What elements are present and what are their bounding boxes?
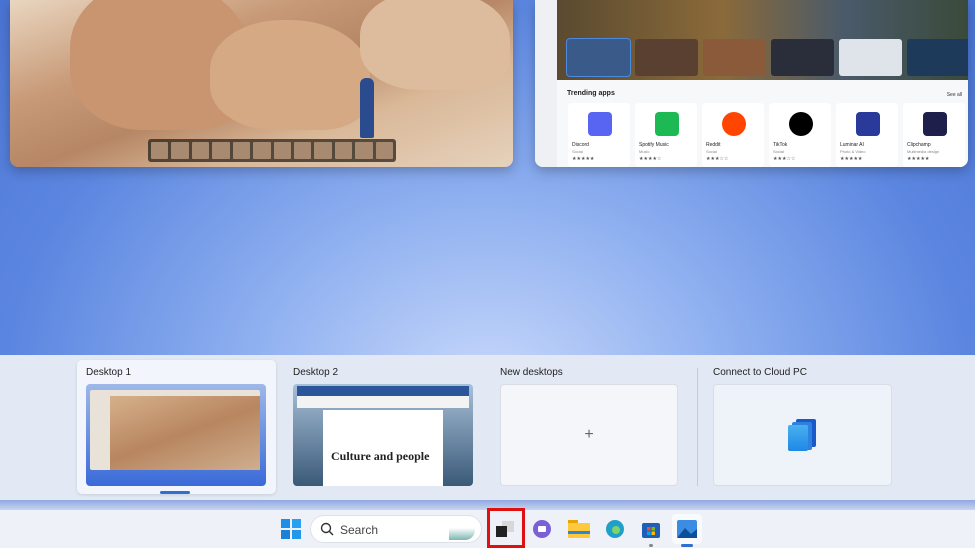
divider xyxy=(697,368,698,486)
search-box[interactable]: Search xyxy=(310,515,482,543)
teams-chat-icon[interactable] xyxy=(528,514,558,544)
desktop-1-thumbnail[interactable] xyxy=(86,384,266,486)
active-desktop-indicator xyxy=(160,491,190,494)
app-category: Social xyxy=(706,149,717,154)
app-category: Social xyxy=(572,149,583,154)
app-category: Social xyxy=(773,149,784,154)
clipchamp-icon xyxy=(923,112,947,136)
desktop-2-thumbnail[interactable]: Culture and people xyxy=(293,384,473,486)
discord-icon xyxy=(588,112,612,136)
store-window-thumbnail[interactable]: Trending apps See all Discord Social ★★★… xyxy=(535,0,968,167)
highlight-box xyxy=(487,508,525,548)
document-text: Culture and people xyxy=(323,410,443,486)
windows-365-icon xyxy=(788,419,818,451)
app-rating: ★★★☆☆ xyxy=(773,156,796,162)
store-nav-rail xyxy=(535,0,557,167)
app-rating: ★★★★★ xyxy=(907,156,930,162)
app-card[interactable]: Spotify Music Music ★★★★☆ xyxy=(635,103,697,167)
app-rating: ★★★☆☆ xyxy=(706,156,729,162)
app-rating: ★★★★☆ xyxy=(639,156,662,162)
app-name: Spotify Music xyxy=(639,142,669,148)
photos-window-thumbnail[interactable] xyxy=(10,0,513,167)
new-desktops-label: New desktops xyxy=(500,367,563,378)
person xyxy=(360,78,374,138)
app-name: Luminar AI xyxy=(840,142,864,148)
rock xyxy=(360,0,510,90)
luminar-icon xyxy=(856,112,880,136)
store-icon[interactable] xyxy=(636,514,666,544)
featured-tiles xyxy=(566,38,968,77)
reddit-icon xyxy=(722,112,746,136)
app-name: Discord xyxy=(572,142,589,148)
search-icon xyxy=(320,522,334,536)
connect-cloud-pc-button[interactable] xyxy=(713,384,892,486)
section-title: Trending apps xyxy=(567,90,615,97)
new-desktop-button[interactable]: + xyxy=(500,384,678,486)
rock xyxy=(210,20,370,130)
app-category: Music xyxy=(639,149,650,154)
app-card[interactable]: Clipchamp Multimedia design ★★★★★ xyxy=(903,103,965,167)
app-card[interactable]: Reddit Social ★★★☆☆ xyxy=(702,103,764,167)
edge-icon[interactable] xyxy=(600,514,630,544)
start-icon[interactable] xyxy=(276,514,306,544)
app-rating: ★★★★★ xyxy=(572,156,595,162)
app-card[interactable]: Luminar AI Photo & Video ★★★★★ xyxy=(836,103,898,167)
file-explorer-icon[interactable] xyxy=(564,514,594,544)
search-placeholder: Search xyxy=(340,523,379,537)
search-highlight-icon xyxy=(449,520,475,540)
photos-icon[interactable] xyxy=(672,514,702,544)
app-name: Clipchamp xyxy=(907,142,931,148)
app-rating: ★★★★★ xyxy=(840,156,863,162)
store-running-indicator xyxy=(649,544,653,547)
photos-running-indicator xyxy=(681,544,693,547)
app-category: Photo & Video xyxy=(840,149,866,154)
app-card[interactable]: Discord Social ★★★★★ xyxy=(568,103,630,167)
tiktok-icon xyxy=(789,112,813,136)
cloud-pc-label: Connect to Cloud PC xyxy=(713,367,807,378)
see-all-link[interactable]: See all xyxy=(947,92,962,98)
app-name: Reddit xyxy=(706,142,721,148)
desktop-2-label: Desktop 2 xyxy=(293,367,339,378)
desktop-1-label: Desktop 1 xyxy=(86,367,132,378)
filmstrip[interactable] xyxy=(148,139,396,162)
app-card[interactable]: TikTok Social ★★★☆☆ xyxy=(769,103,831,167)
spotify-icon xyxy=(655,112,679,136)
app-name: TikTok xyxy=(773,142,788,148)
app-category: Multimedia design xyxy=(907,149,940,154)
